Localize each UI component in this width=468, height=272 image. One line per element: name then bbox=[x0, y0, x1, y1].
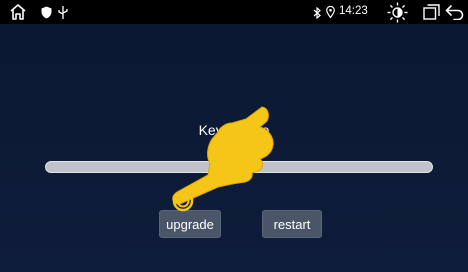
usb-icon bbox=[57, 5, 69, 19]
recent-apps-icon[interactable] bbox=[422, 3, 440, 21]
bluetooth-icon bbox=[312, 6, 322, 19]
location-icon bbox=[325, 5, 335, 19]
upgrade-button[interactable]: upgrade bbox=[159, 210, 221, 238]
update-screen bbox=[0, 24, 468, 272]
brightness-icon[interactable] bbox=[386, 1, 408, 23]
update-progress-bar bbox=[45, 161, 433, 173]
restart-button[interactable]: restart bbox=[262, 210, 322, 238]
status-bar: 14:23 bbox=[0, 0, 468, 24]
shield-icon bbox=[40, 5, 52, 19]
status-time: 14:23 bbox=[339, 5, 368, 17]
back-icon[interactable] bbox=[444, 3, 464, 21]
page-title: Key update bbox=[198, 122, 270, 138]
home-icon[interactable] bbox=[8, 2, 28, 22]
